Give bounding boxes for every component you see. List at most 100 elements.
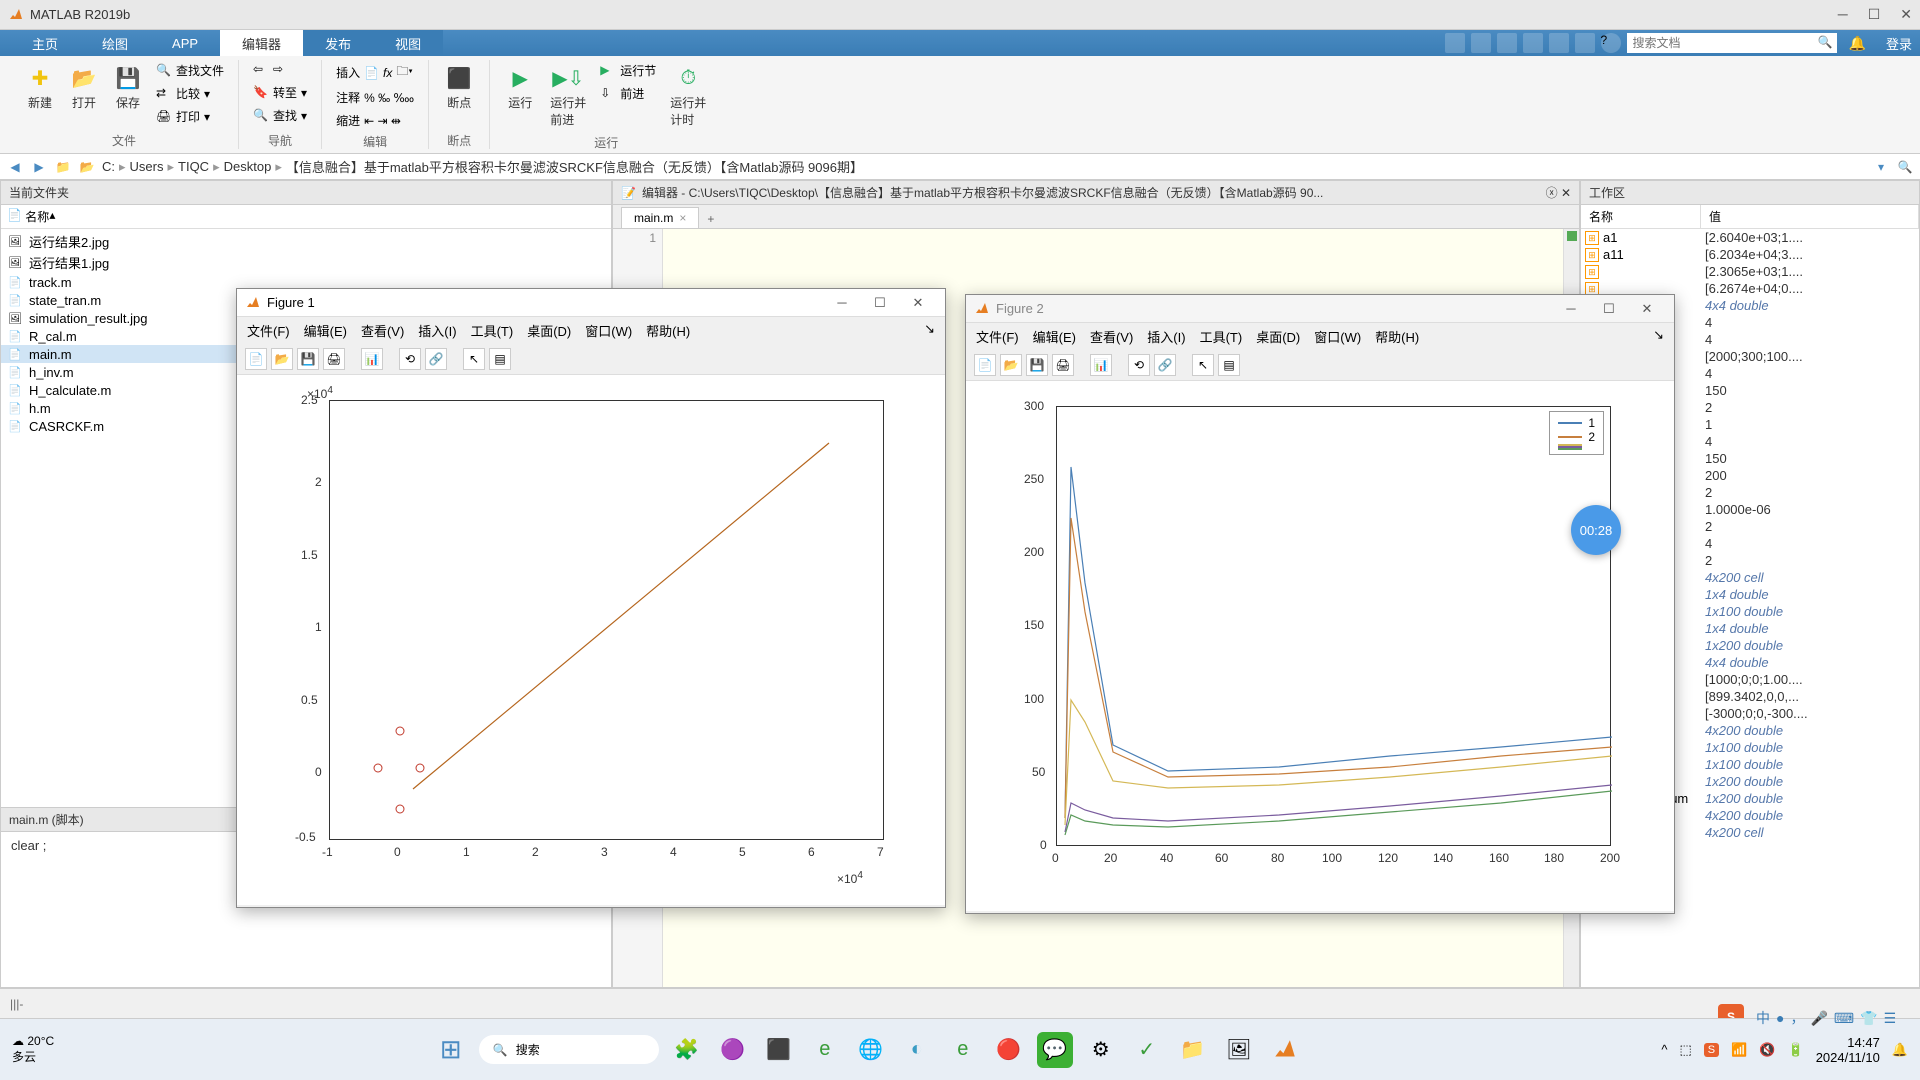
- save-icon[interactable]: [1445, 33, 1465, 53]
- fig1-menu-view[interactable]: 查看(V): [361, 321, 404, 340]
- tab-home[interactable]: 主页: [10, 30, 80, 56]
- figure2-canvas[interactable]: 1 2 300 250 200 150 100 50 0 0 20 40 60 …: [966, 381, 1674, 911]
- fig2-menu-view[interactable]: 查看(V): [1090, 327, 1133, 346]
- app-icon-4[interactable]: e: [807, 1032, 843, 1068]
- fig2-pointer-icon[interactable]: ↖: [1192, 354, 1214, 376]
- fig2-datatip-icon[interactable]: 📊: [1090, 354, 1112, 376]
- fig2-menu-desktop[interactable]: 桌面(D): [1256, 327, 1300, 346]
- app-icon-9[interactable]: 🖼: [1221, 1032, 1257, 1068]
- fig1-close-button[interactable]: ✕: [899, 295, 937, 311]
- tab-publish[interactable]: 发布: [303, 30, 373, 56]
- app-icon-5[interactable]: ◐: [899, 1032, 935, 1068]
- fig1-datatip-icon[interactable]: 📊: [361, 348, 383, 370]
- help-icon[interactable]: ?: [1601, 33, 1621, 53]
- path-breadcrumb[interactable]: C:▸ Users▸ TIQC▸ Desktop▸ 【信息融合】基于matlab…: [102, 157, 1866, 176]
- figure1-titlebar[interactable]: Figure 1 ─ ☐ ✕: [237, 289, 945, 317]
- edge-icon[interactable]: 🌐: [853, 1032, 889, 1068]
- clock[interactable]: 14:47 2024/11/10: [1816, 1035, 1880, 1065]
- fig2-menu-insert[interactable]: 插入(I): [1147, 327, 1185, 346]
- ws-value-header[interactable]: 值: [1701, 205, 1919, 228]
- tab-apps[interactable]: APP: [150, 30, 220, 56]
- open-file-button[interactable]: 📂打开: [64, 60, 104, 115]
- app-icon-3[interactable]: ⬛: [761, 1032, 797, 1068]
- app-icon-8[interactable]: ✓: [1129, 1032, 1165, 1068]
- folder-icon[interactable]: 📂: [78, 158, 96, 176]
- name-column-header[interactable]: 名称: [25, 208, 49, 225]
- cut-icon[interactable]: [1471, 33, 1491, 53]
- insert-button[interactable]: 插入 📄 fx 🗀▾: [332, 60, 418, 85]
- start-button[interactable]: ⊞: [433, 1032, 469, 1068]
- nav-back-button[interactable]: ⇦⇨: [249, 60, 311, 80]
- indent-button[interactable]: 缩进 ⇤ ⇥ ⇹: [332, 110, 418, 131]
- add-tab-button[interactable]: +: [699, 210, 722, 228]
- find-button[interactable]: 🔍查找 ▾: [249, 105, 311, 126]
- run-time-button[interactable]: ⏱运行并 计时: [664, 60, 712, 132]
- doc-search-input[interactable]: [1627, 33, 1837, 53]
- up-folder-icon[interactable]: 📁: [54, 158, 72, 176]
- fig1-rotate-icon[interactable]: ⟲: [399, 348, 421, 370]
- app-icon-7[interactable]: ⚙: [1083, 1032, 1119, 1068]
- run-section-button[interactable]: ▶运行节: [596, 60, 660, 81]
- ws-name-header[interactable]: 名称: [1581, 205, 1701, 228]
- weather-widget[interactable]: ☁ 20°C 多云: [12, 1034, 54, 1065]
- tab-editor[interactable]: 编辑器: [220, 30, 303, 56]
- fig1-menu-file[interactable]: 文件(F): [247, 321, 290, 340]
- fig1-menu-window[interactable]: 窗口(W): [585, 321, 632, 340]
- file-item[interactable]: 🖼运行结果2.jpg: [1, 231, 611, 252]
- tray-chevron-icon[interactable]: ^: [1661, 1042, 1667, 1057]
- app-icon-6[interactable]: e: [945, 1032, 981, 1068]
- timer-badge[interactable]: 00:28: [1571, 505, 1621, 555]
- fig2-menu-help[interactable]: 帮助(H): [1375, 327, 1419, 346]
- fig2-menu-edit[interactable]: 编辑(E): [1033, 327, 1076, 346]
- print-button[interactable]: 🖨打印 ▾: [152, 106, 228, 127]
- back-icon[interactable]: ◀: [6, 158, 24, 176]
- fig1-menu-insert[interactable]: 插入(I): [418, 321, 456, 340]
- search-path-icon[interactable]: 🔍: [1896, 158, 1914, 176]
- paste-icon[interactable]: [1523, 33, 1543, 53]
- fig2-print-icon[interactable]: 🖨: [1052, 354, 1074, 376]
- tab-plots[interactable]: 绘图: [80, 30, 150, 56]
- fig1-colorbar-icon[interactable]: ▤: [489, 348, 511, 370]
- undo-icon[interactable]: [1549, 33, 1569, 53]
- minimize-button[interactable]: ─: [1838, 6, 1848, 23]
- search-icon[interactable]: 🔍: [1818, 35, 1833, 49]
- notifications-icon[interactable]: 🔔: [1849, 35, 1866, 52]
- breakpoint-button[interactable]: ⬛断点: [439, 60, 479, 115]
- redo-icon[interactable]: [1575, 33, 1595, 53]
- save-file-button[interactable]: 💾保存: [108, 60, 148, 115]
- fig1-maximize-button[interactable]: ☐: [861, 295, 899, 311]
- figure2-legend[interactable]: 1 2: [1549, 411, 1604, 455]
- fig1-print-icon[interactable]: 🖨: [323, 348, 345, 370]
- fig2-minimize-button[interactable]: ─: [1552, 301, 1590, 316]
- advance-button[interactable]: ⇩前进: [596, 83, 660, 104]
- close-button[interactable]: ✕: [1900, 6, 1912, 23]
- volume-icon[interactable]: 🔇: [1759, 1042, 1775, 1058]
- forward-icon[interactable]: ▶: [30, 158, 48, 176]
- figure1-window[interactable]: Figure 1 ─ ☐ ✕ 文件(F) 编辑(E) 查看(V) 插入(I) 工…: [236, 288, 946, 908]
- taskbar-search[interactable]: 🔍搜索: [479, 1035, 659, 1064]
- app-icon-1[interactable]: 🧩: [669, 1032, 705, 1068]
- path-dropdown-icon[interactable]: ▾: [1872, 158, 1890, 176]
- comment-button[interactable]: 注释 % ‰ ‱: [332, 87, 418, 108]
- fig2-menu-window[interactable]: 窗口(W): [1314, 327, 1361, 346]
- ime-toolbar[interactable]: 中●，🎤⌨👕☰: [1756, 1008, 1896, 1028]
- fig2-new-icon[interactable]: 📄: [974, 354, 996, 376]
- fig1-menu-tools[interactable]: 工具(T): [471, 321, 514, 340]
- fig1-menu-more-icon[interactable]: ↘: [924, 321, 935, 340]
- app-icon-2[interactable]: 🟣: [715, 1032, 751, 1068]
- fig2-colorbar-icon[interactable]: ▤: [1218, 354, 1240, 376]
- chrome-icon[interactable]: 🔴: [991, 1032, 1027, 1068]
- fig2-close-button[interactable]: ✕: [1628, 301, 1666, 317]
- run-button[interactable]: ▶运行: [500, 60, 540, 115]
- fig1-new-icon[interactable]: 📄: [245, 348, 267, 370]
- fig2-link-icon[interactable]: 🔗: [1154, 354, 1176, 376]
- fig2-menu-more-icon[interactable]: ↘: [1653, 327, 1664, 346]
- fig1-menu-edit[interactable]: 编辑(E): [304, 321, 347, 340]
- folder-tree-icon[interactable]: 📄: [7, 208, 22, 225]
- wifi-icon[interactable]: 📶: [1731, 1042, 1747, 1058]
- maximize-button[interactable]: ☐: [1868, 6, 1881, 23]
- fig1-pointer-icon[interactable]: ↖: [463, 348, 485, 370]
- explorer-icon[interactable]: 📁: [1175, 1032, 1211, 1068]
- tab-close-icon[interactable]: ×: [679, 211, 686, 225]
- find-files-button[interactable]: 🔍查找文件: [152, 60, 228, 81]
